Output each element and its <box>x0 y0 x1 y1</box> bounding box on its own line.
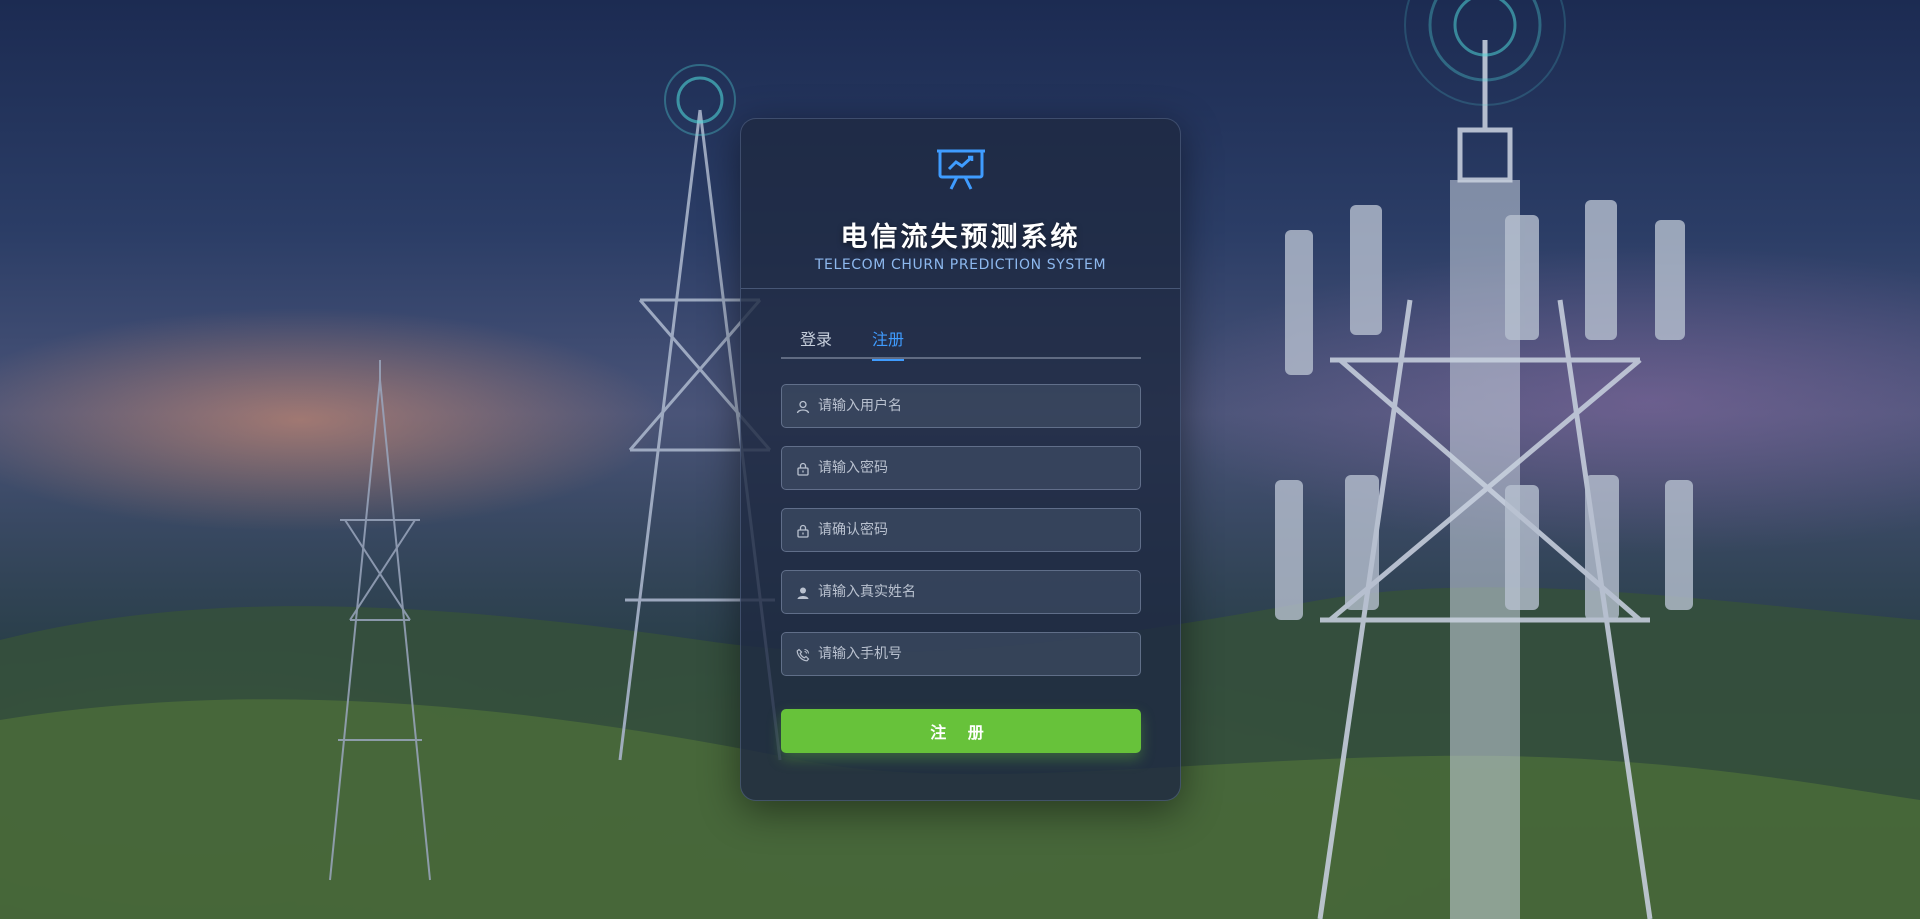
confirm-password-field <box>781 508 1141 552</box>
username-field <box>781 384 1141 428</box>
chart-presentation-icon <box>937 147 985 191</box>
person-icon <box>796 585 810 599</box>
phone-field <box>781 632 1141 676</box>
page-subtitle: TELECOM CHURN PREDICTION SYSTEM <box>814 257 1107 273</box>
header-divider <box>741 288 1180 289</box>
lock-icon <box>796 523 810 538</box>
lock-icon <box>796 461 810 476</box>
username-input[interactable] <box>818 385 1128 427</box>
phone-input[interactable] <box>818 633 1128 675</box>
register-card: 电信流失预测系统 TELECOM CHURN PREDICTION SYSTEM… <box>740 118 1181 801</box>
page-title: 电信流失预测系统 <box>840 222 1081 253</box>
confirm-password-input[interactable] <box>818 509 1128 551</box>
password-input[interactable] <box>818 447 1128 489</box>
user-icon <box>796 399 810 414</box>
phone-icon <box>796 647 810 662</box>
tab-login[interactable]: 登录 <box>800 329 832 359</box>
password-field <box>781 446 1141 490</box>
realname-field <box>781 570 1141 614</box>
register-button[interactable]: 注 册 <box>781 709 1141 753</box>
realname-input[interactable] <box>818 571 1128 613</box>
tab-register[interactable]: 注册 <box>872 329 905 361</box>
auth-tabs: 登录 注册 <box>781 329 1141 361</box>
